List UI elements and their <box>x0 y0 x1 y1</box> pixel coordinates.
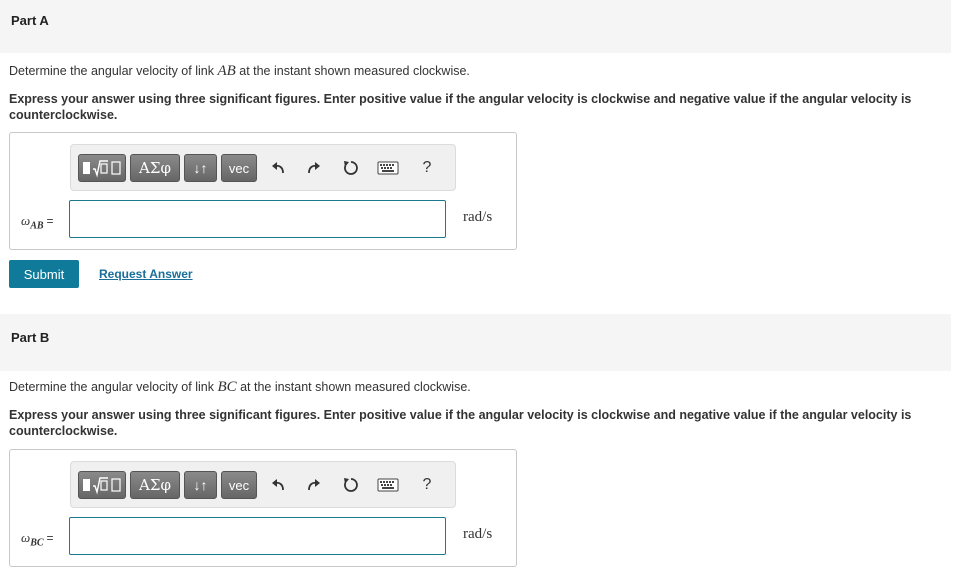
part-a-header[interactable]: Part A <box>0 0 951 53</box>
reset-icon[interactable] <box>340 157 362 179</box>
omega-ab-unit: rad/s <box>463 209 493 225</box>
part-b-instruction: Express your answer using three signific… <box>9 408 912 438</box>
request-answer-link[interactable]: Request Answer <box>99 267 193 281</box>
omega-ab-label: ωAB = <box>21 213 54 232</box>
vec-button[interactable]: vec <box>221 471 257 499</box>
part-b-header[interactable]: Part B <box>0 314 951 371</box>
templates-button[interactable] <box>78 471 126 499</box>
help-icon[interactable]: ? <box>416 157 438 179</box>
templates-icon <box>83 477 121 495</box>
templates-icon <box>83 160 121 178</box>
part-b-title: Part B <box>11 330 50 345</box>
undo-icon[interactable] <box>267 474 289 496</box>
part-a-title: Part A <box>11 13 49 28</box>
math-toolbar: ΑΣφ ↓↑ vec ? <box>70 144 456 191</box>
keyboard-icon[interactable] <box>377 474 399 496</box>
arrows-button[interactable]: ↓↑ <box>184 471 217 499</box>
vec-button[interactable]: vec <box>221 154 257 182</box>
submit-button[interactable]: Submit <box>9 260 79 288</box>
redo-icon[interactable] <box>303 474 325 496</box>
link-name: BC <box>217 379 237 395</box>
omega-bc-label: ωBC = <box>21 530 54 549</box>
help-icon[interactable]: ? <box>416 474 438 496</box>
link-name: AB <box>217 63 236 79</box>
templates-button[interactable] <box>78 154 126 182</box>
omega-bc-input[interactable] <box>69 517 446 555</box>
part-a-question: Determine the angular velocity of link A… <box>9 63 470 79</box>
arrows-button[interactable]: ↓↑ <box>184 154 217 182</box>
part-a-answer-box: ΑΣφ ↓↑ vec ? ωAB = rad/s <box>9 132 517 250</box>
part-a-instruction: Express your answer using three signific… <box>9 92 912 122</box>
part-b-question: Determine the angular velocity of link B… <box>9 379 471 395</box>
part-b-answer-box: ΑΣφ ↓↑ vec ? ωBC = rad/s <box>9 449 517 567</box>
omega-ab-input[interactable] <box>69 200 446 238</box>
math-toolbar: ΑΣφ ↓↑ vec ? <box>70 461 456 508</box>
undo-icon[interactable] <box>267 157 289 179</box>
greek-symbols-button[interactable]: ΑΣφ <box>130 471 180 499</box>
greek-symbols-button[interactable]: ΑΣφ <box>130 154 180 182</box>
omega-bc-unit: rad/s <box>463 526 493 542</box>
redo-icon[interactable] <box>303 157 325 179</box>
keyboard-icon[interactable] <box>377 157 399 179</box>
reset-icon[interactable] <box>340 474 362 496</box>
